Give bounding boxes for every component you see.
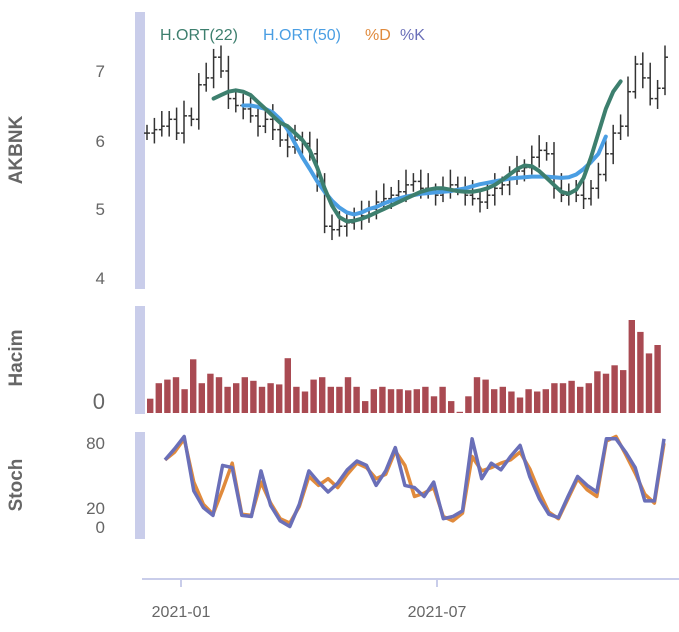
volume-bar	[405, 390, 412, 413]
volume-bar	[577, 386, 584, 413]
volume-bar	[276, 384, 283, 413]
pct-k-series-line	[163, 434, 666, 529]
stochastic-axis-title: Stoch	[6, 459, 27, 512]
volume-bar	[284, 358, 291, 413]
volume-bar	[516, 397, 524, 413]
volume-bar	[413, 389, 420, 413]
price-tick-6: 6	[96, 132, 105, 151]
stoch-tick-0: 0	[96, 518, 105, 537]
volume-bar	[336, 386, 343, 413]
volume-bar	[190, 359, 197, 413]
volume-tick-0: 0	[93, 389, 105, 414]
volume-panel: Hacim 0	[6, 306, 661, 414]
volume-bar	[473, 377, 481, 413]
legend-ma22[interactable]: H.ORT(22)	[160, 27, 238, 44]
volume-bar	[396, 389, 403, 413]
stochastic-panel-strip	[135, 432, 145, 539]
volume-bar	[310, 379, 317, 413]
volume-bar	[241, 377, 248, 413]
volume-bar	[525, 389, 532, 413]
volume-bar	[293, 386, 300, 413]
volume-bar	[456, 411, 463, 413]
volume-bar	[465, 396, 472, 413]
volume-bar	[628, 320, 635, 413]
stoch-tick-20: 20	[86, 499, 105, 518]
stoch-tick-80: 80	[86, 434, 105, 453]
volume-bar	[491, 389, 498, 413]
volume-bar	[353, 386, 360, 413]
volume-bar	[551, 383, 558, 413]
volume-panel-strip	[135, 306, 145, 414]
stock-chart: AKBNK 7 6 5 4 H.ORT(22) H.ORT(50) %D %K …	[6, 12, 679, 621]
volume-bar	[534, 391, 541, 413]
price-panel-background	[135, 12, 679, 289]
volume-bar	[207, 373, 214, 413]
volume-bar	[215, 377, 223, 413]
volume-bar	[645, 353, 653, 413]
stochastic-panel: Stoch 80 20 0	[6, 432, 666, 539]
volume-bar	[362, 401, 369, 413]
legend-ma50[interactable]: H.ORT(50)	[263, 27, 341, 44]
volume-bar	[654, 345, 661, 413]
volume-bar	[422, 386, 429, 413]
volume-bar	[258, 386, 266, 413]
volume-bar	[542, 389, 549, 413]
volume-bar	[482, 379, 489, 413]
price-tick-5: 5	[96, 200, 105, 219]
time-axis: 2021-01 2021-07	[142, 578, 679, 621]
volume-bars	[147, 320, 661, 413]
volume-bar	[319, 377, 326, 413]
volume-bar	[585, 383, 592, 413]
volume-bar	[224, 386, 231, 413]
time-tick-label-2021-07: 2021-07	[408, 604, 467, 621]
volume-bar	[620, 370, 627, 413]
volume-bar	[327, 386, 334, 413]
volume-bar	[198, 383, 205, 413]
volume-bar	[233, 383, 240, 413]
volume-bar	[155, 383, 162, 413]
volume-bar	[594, 371, 601, 413]
volume-bar	[387, 389, 395, 413]
legend-pct-d[interactable]: %D	[365, 27, 391, 44]
volume-bar	[164, 379, 171, 413]
volume-bar	[637, 331, 644, 413]
volume-bar	[147, 398, 154, 413]
volume-bar	[301, 391, 309, 413]
volume-bar	[499, 386, 506, 413]
volume-bar	[602, 373, 610, 413]
volume-bar	[508, 391, 515, 413]
volume-bar	[448, 401, 455, 413]
volume-bar	[172, 377, 180, 413]
price-panel-strip	[135, 12, 145, 289]
legend-pct-k[interactable]: %K	[400, 27, 425, 44]
volume-bar	[439, 386, 446, 413]
volume-bar	[267, 383, 274, 413]
volume-axis-title: Hacim	[6, 329, 27, 386]
volume-bar	[611, 365, 618, 413]
volume-bar	[379, 386, 386, 413]
legend: H.ORT(22) H.ORT(50) %D %K	[160, 27, 425, 44]
volume-bar	[344, 377, 352, 413]
price-axis-title: AKBNK	[6, 115, 27, 184]
volume-bar	[250, 380, 257, 413]
volume-bar	[568, 380, 575, 413]
volume-bar	[181, 389, 188, 413]
time-tick-label-2021-01: 2021-01	[152, 604, 211, 621]
volume-bar	[370, 389, 377, 413]
price-tick-7: 7	[96, 62, 105, 81]
volume-bar	[430, 396, 438, 413]
price-tick-4: 4	[96, 269, 105, 288]
price-panel: AKBNK 7 6 5 4 H.ORT(22) H.ORT(50) %D %K	[6, 12, 679, 289]
volume-bar	[559, 383, 567, 413]
